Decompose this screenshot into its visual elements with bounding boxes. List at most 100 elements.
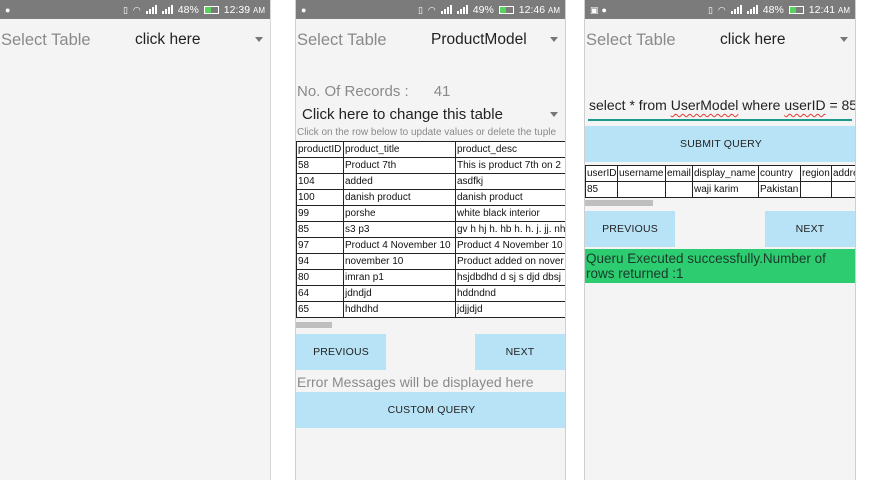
table-cell: danish product: [455, 189, 565, 206]
table-row[interactable]: 58 Product 7th This is product 7th on 2: [296, 157, 565, 174]
dropdown-arrow-icon[interactable]: [550, 112, 558, 117]
table-dropdown[interactable]: ProductModel: [431, 31, 565, 49]
table-select[interactable]: Select Table ProductModel: [296, 19, 565, 61]
result-table: userID username email display_name count…: [585, 165, 855, 198]
table-cell: waji karim: [692, 181, 759, 198]
table-row[interactable]: 104 added asdfkj: [296, 173, 565, 190]
error-message: Error Messages will be displayed here: [297, 374, 534, 390]
dropdown-arrow-icon[interactable]: [550, 37, 558, 42]
signal-2-icon: [161, 5, 173, 14]
header-cell: product_title: [343, 141, 456, 158]
records-label: No. Of Records :: [297, 83, 409, 100]
clock: 12:39: [223, 3, 251, 16]
table-cell: hdhdhd: [343, 301, 456, 318]
change-table-dropdown[interactable]: Click here to change this table: [296, 102, 565, 126]
table-row[interactable]: 80 imran p1 hsjdbdhd d sj s djd dbsj: [296, 269, 565, 286]
select-table-label: Select Table: [297, 30, 387, 49]
battery-icon: [203, 5, 219, 14]
table-header-row: userID username email display_name count…: [585, 165, 855, 182]
table-row[interactable]: 64 jdndjd hddndnd: [296, 285, 565, 302]
table-cell: 85: [585, 181, 618, 198]
table-cell: Product 4 November 10: [455, 237, 565, 254]
header-cell: region: [800, 165, 832, 182]
table-cell: This is product 7th on 2: [455, 157, 565, 174]
header-cell: country: [758, 165, 801, 182]
table-row[interactable]: 99 porshe white black interior: [296, 205, 565, 222]
next-button[interactable]: NEXT: [765, 211, 855, 247]
table-dropdown[interactable]: click here: [720, 31, 855, 49]
table-cell: danish product: [343, 189, 456, 206]
change-table-label[interactable]: Click here to change this table: [302, 106, 503, 123]
horizontal-scrollbar[interactable]: [585, 200, 653, 206]
pagination: PREVIOUS NEXT: [585, 211, 855, 247]
custom-query-button[interactable]: CUSTOM QUERY: [296, 392, 565, 428]
header-cell: userID: [585, 165, 618, 182]
table-cell: jdndjd: [343, 285, 456, 302]
table-cell: 80: [296, 269, 344, 286]
table-row[interactable]: 100 danish product danish product: [296, 189, 565, 206]
header-cell: display_name: [692, 165, 759, 182]
battery-percent: 49%: [472, 3, 494, 16]
image-notification-icon: ▣: [590, 4, 599, 15]
clock-ampm: AM: [253, 5, 265, 15]
battery-icon: [498, 5, 514, 14]
header-cell: email: [665, 165, 693, 182]
select-table-label: Select Table: [586, 30, 676, 49]
table-row[interactable]: 65 hdhdhd jdjjdjd: [296, 301, 565, 318]
table-cell: asdfkj: [455, 173, 565, 190]
table-cell: imran p1: [343, 269, 456, 286]
signal-2-icon: [746, 5, 758, 14]
records-number: 41: [433, 83, 451, 100]
query-input[interactable]: select * from UserModel where userID = 8…: [585, 93, 855, 121]
notification-icon: ●: [301, 4, 307, 15]
signal-icon: [730, 5, 742, 14]
header-cell: addre: [831, 165, 855, 182]
horizontal-scrollbar[interactable]: [296, 322, 332, 328]
table-select[interactable]: Select Table click here: [585, 19, 855, 61]
table-cell: hsjdbdhd d sj s djd dbsj: [455, 269, 565, 286]
table-cell: [800, 181, 832, 198]
dropdown-arrow-icon[interactable]: [840, 37, 848, 42]
query-prefix: select * from: [589, 97, 671, 113]
table-cell: gv h hj h. hb h. h. j. jj. nh: [455, 221, 565, 238]
wifi-icon: ◠: [132, 4, 141, 15]
table-dropdown[interactable]: click here: [135, 31, 270, 49]
table-cell: [617, 181, 666, 198]
wifi-icon: ◠: [427, 4, 436, 15]
table-cell: 99: [296, 205, 344, 222]
table-cell: 65: [296, 301, 344, 318]
table-cell: porshe: [343, 205, 456, 222]
table-row[interactable]: 85 s3 p3 gv h hj h. hb h. h. j. jj. nh: [296, 221, 565, 238]
table-header-row: productID product_title product_desc: [296, 141, 565, 158]
status-bar: ● ▯ ◠ 49% 12:46 AM: [296, 0, 565, 19]
select-table-label: Select Table: [1, 30, 91, 49]
header-cell: productID: [296, 141, 344, 158]
previous-button[interactable]: PREVIOUS: [296, 334, 386, 370]
next-button[interactable]: NEXT: [475, 334, 565, 370]
table-cell: jdjjdjd: [455, 301, 565, 318]
table-row[interactable]: 94 november 10 Product added on nover: [296, 253, 565, 270]
signal-icon: [145, 5, 157, 14]
battery-icon: [788, 5, 804, 14]
pagination: PREVIOUS NEXT: [296, 334, 565, 370]
table-row[interactable]: 97 Product 4 November 10 Product 4 Novembe…: [296, 237, 565, 254]
status-bar: ▣ ● ▯ ◠ 48% 12:41 AM: [585, 0, 855, 19]
result-table-scroll[interactable]: userID username email display_name count…: [585, 165, 855, 198]
previous-button[interactable]: PREVIOUS: [585, 211, 675, 247]
product-table-scroll[interactable]: productID product_title product_desc 58 P…: [296, 141, 565, 318]
query-field[interactable]: select * from UserModel where userID = 8…: [585, 93, 855, 117]
clock: 12:46: [518, 3, 546, 16]
table-row[interactable]: 85 waji karim Pakistan: [585, 181, 855, 198]
table-hint: Click on the row below to update values …: [297, 127, 557, 138]
battery-percent: 48%: [762, 3, 784, 16]
table-cell: 100: [296, 189, 344, 206]
battery-percent: 48%: [177, 3, 199, 16]
wifi-icon: ◠: [717, 4, 726, 15]
table-cell: 104: [296, 173, 344, 190]
table-select[interactable]: Select Table click here: [0, 19, 270, 61]
table-cell: added: [343, 173, 456, 190]
table-cell: 85: [296, 221, 344, 238]
screen-2: ● ▯ ◠ 49% 12:46 AM Select Table ProductM…: [295, 0, 566, 480]
submit-query-button[interactable]: SUBMIT QUERY: [585, 126, 855, 162]
dropdown-arrow-icon[interactable]: [255, 37, 263, 42]
